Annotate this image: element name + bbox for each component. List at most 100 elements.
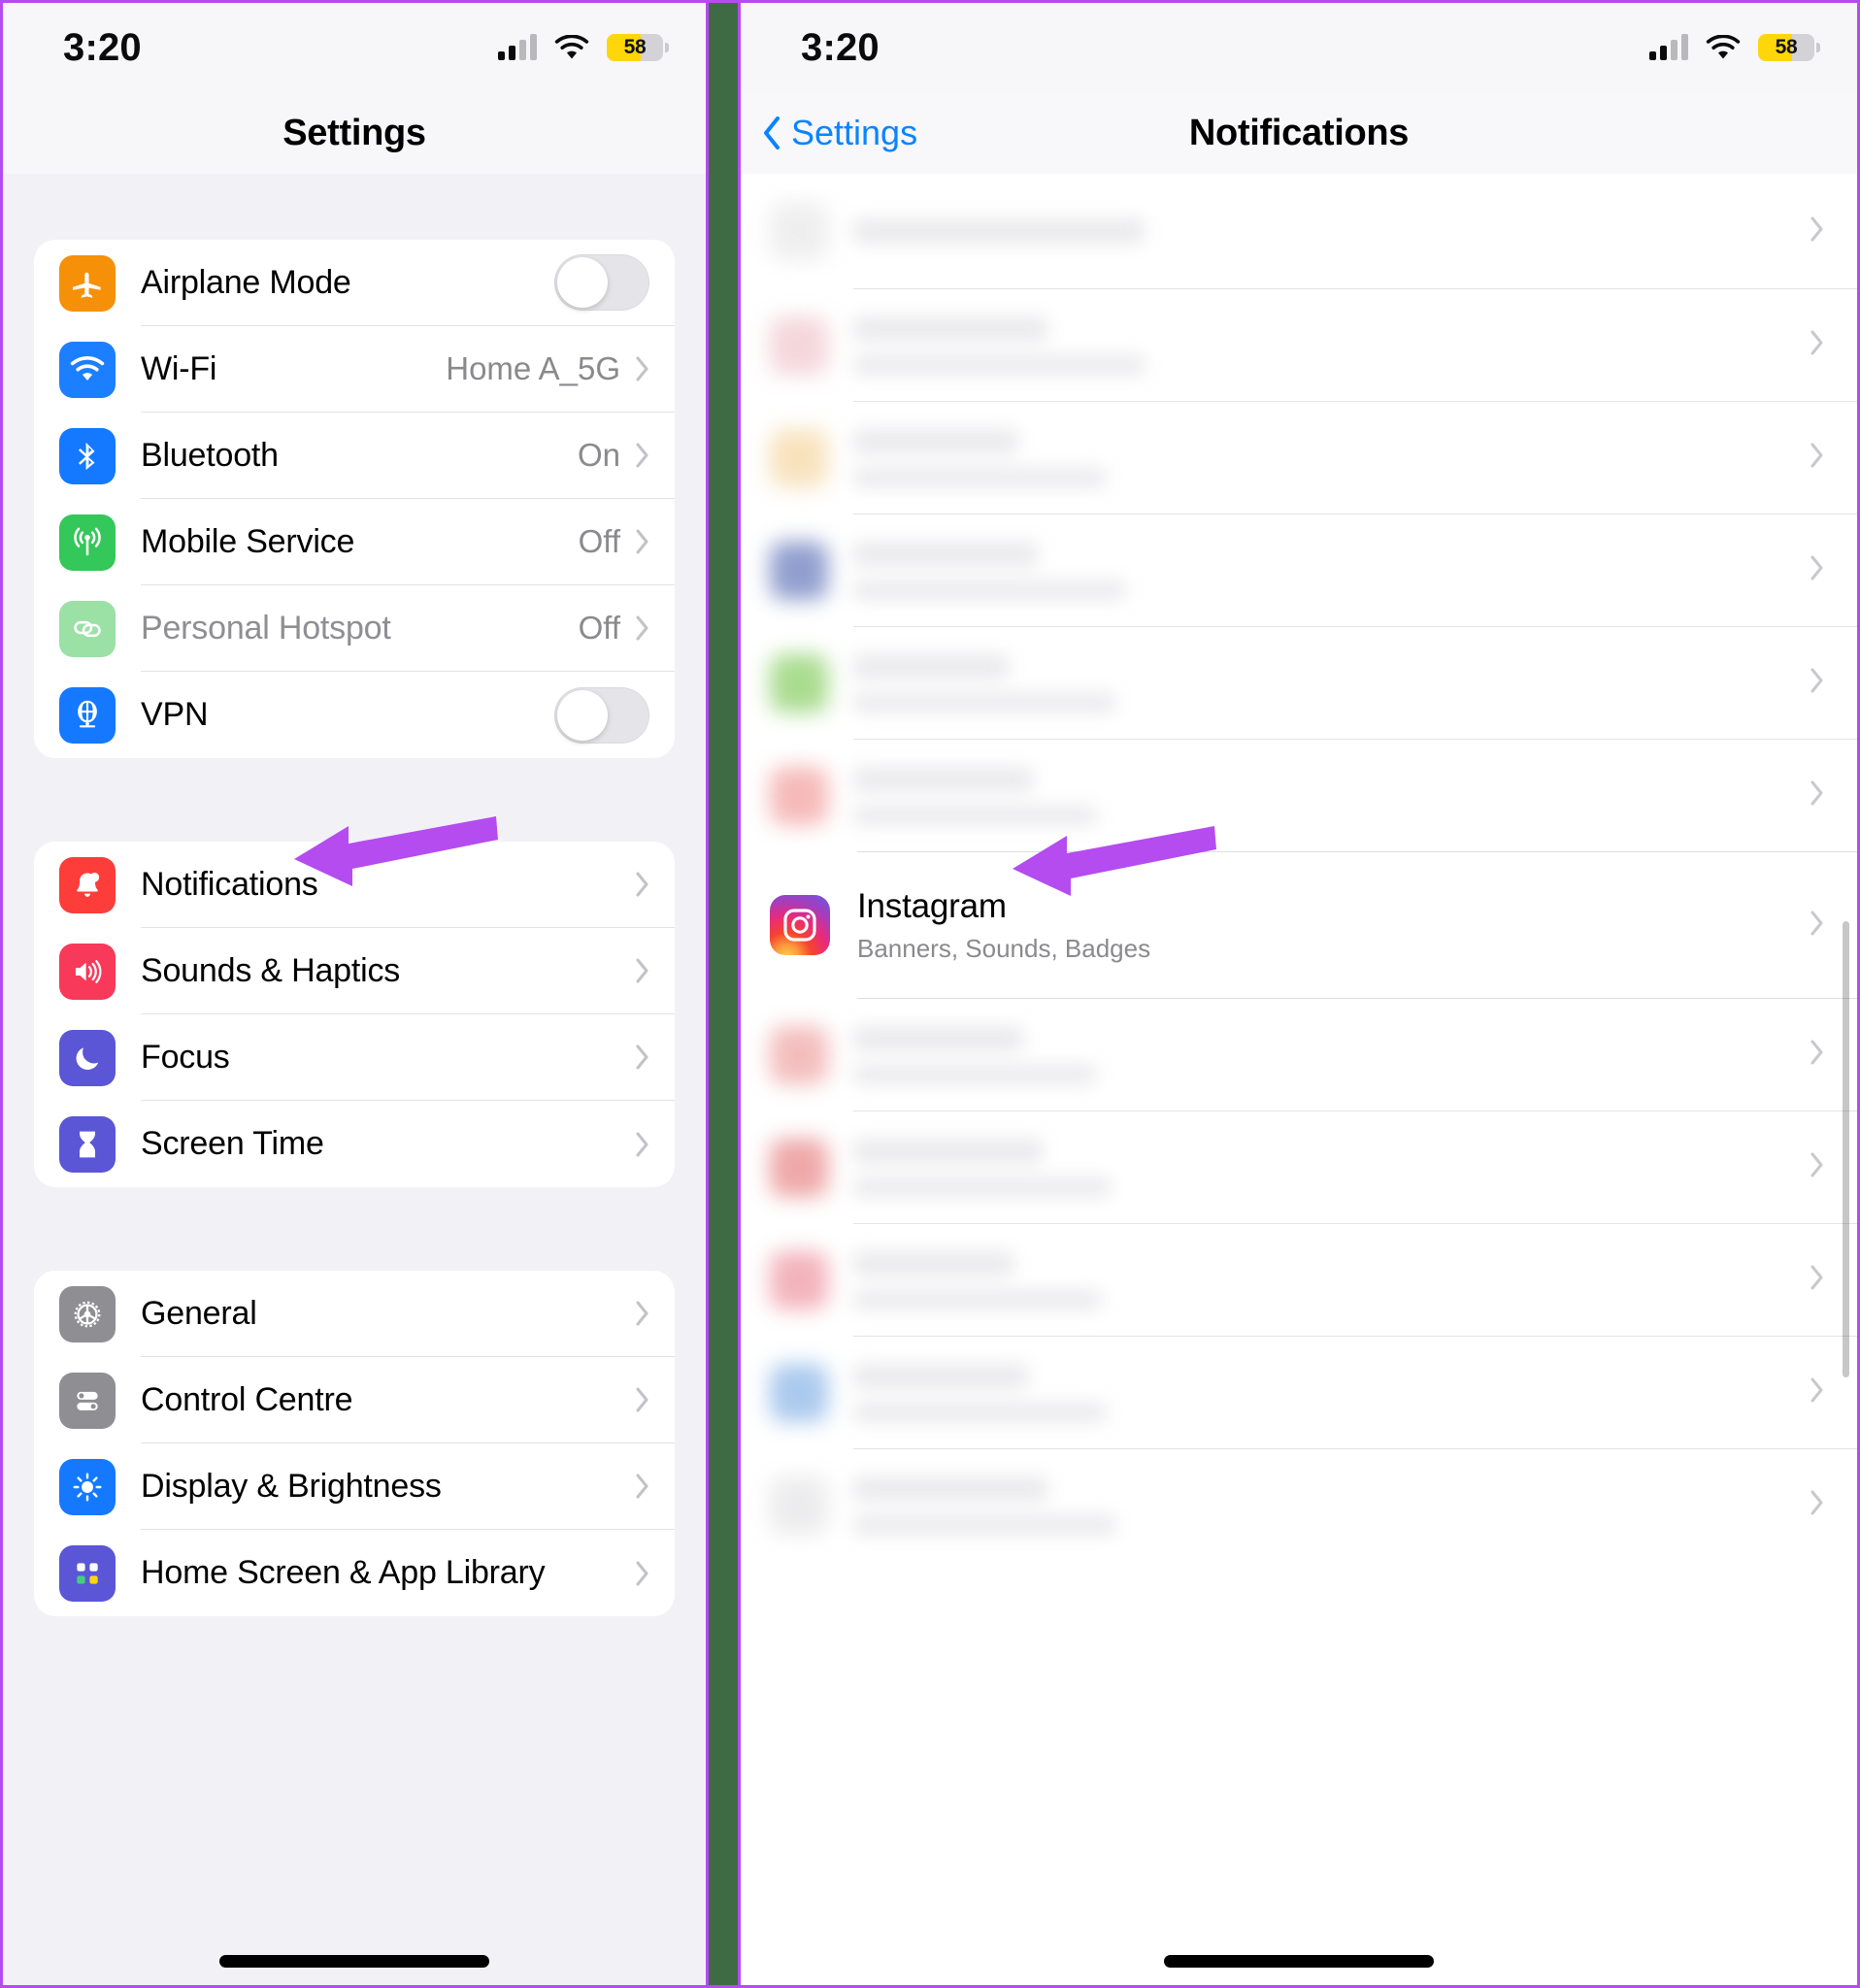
chevron-right-icon [1810, 780, 1857, 811]
settings-group-connectivity: Airplane Mode Wi-Fi Home A_5G Bluetooth … [34, 240, 675, 758]
settings-group-notifications: Notifications Sounds & Haptics Focus Scr… [34, 842, 675, 1187]
row-label: Wi-Fi [141, 349, 217, 387]
chevron-right-icon [636, 443, 649, 468]
list-item[interactable] [741, 1449, 1857, 1561]
blurred-rows-above [741, 174, 1857, 851]
row-value: Home A_5G [446, 350, 620, 386]
list-item[interactable] [741, 1224, 1857, 1336]
chevron-right-icon [636, 958, 649, 983]
row-label: Personal Hotspot [141, 609, 391, 646]
settings-group-system: General Control Centre Display & Brightn… [34, 1271, 675, 1616]
row-label: Airplane Mode [141, 263, 351, 301]
bell-badge-icon [59, 856, 116, 913]
panel-divider [709, 0, 738, 1988]
list-item[interactable] [741, 627, 1857, 739]
settings-row-vpn[interactable]: VPN [34, 672, 675, 758]
moon-icon [59, 1029, 116, 1086]
row-label: Mobile Service [141, 522, 355, 560]
back-button-label: Settings [791, 113, 918, 152]
scroll-indicator[interactable] [1843, 921, 1849, 1377]
left-status-bar: 3:20 58 [3, 3, 706, 92]
settings-row-bluetooth[interactable]: Bluetooth On [34, 413, 675, 499]
right-status-bar: 3:20 58 [741, 3, 1857, 92]
list-item[interactable] [741, 740, 1857, 851]
chevron-left-icon [762, 116, 781, 149]
status-icons: 58 [498, 34, 669, 61]
list-item[interactable] [741, 174, 1857, 288]
settings-row-notifications[interactable]: Notifications [34, 842, 675, 928]
left-phone-screen: 3:20 58 Settings Airplane Mode Wi-Fi Hom… [0, 0, 709, 1988]
chevron-right-icon [636, 872, 649, 897]
status-clock: 3:20 [801, 25, 880, 69]
battery-level: 58 [1775, 36, 1798, 58]
notifications-app-list[interactable]: Instagram Banners, Sounds, Badges [741, 174, 1857, 1985]
wifi-icon [1706, 34, 1741, 61]
status-icons: 58 [1649, 34, 1820, 61]
row-label: Sounds & Haptics [141, 951, 401, 989]
airplane-icon [59, 254, 116, 312]
chevron-right-icon [636, 1387, 649, 1412]
settings-row-mobile-service[interactable]: Mobile Service Off [34, 499, 675, 585]
right-nav-bar: Settings Notifications [741, 92, 1857, 174]
chevron-right-icon [1810, 668, 1857, 698]
chevron-right-icon [1810, 911, 1857, 941]
settings-row-display-brightness[interactable]: Display & Brightness [34, 1443, 675, 1530]
chevron-right-icon [636, 1561, 649, 1586]
list-item[interactable] [741, 514, 1857, 626]
gear-icon [59, 1285, 116, 1342]
cellular-bars-icon [1649, 34, 1688, 60]
airplane-mode-toggle[interactable] [554, 254, 649, 311]
settings-row-airplane-mode[interactable]: Airplane Mode [34, 240, 675, 326]
page-title: Settings [282, 112, 426, 153]
back-button[interactable]: Settings [762, 113, 917, 153]
status-clock: 3:20 [63, 25, 142, 69]
vpn-toggle[interactable] [554, 686, 649, 744]
chevron-right-icon [636, 529, 649, 554]
list-item[interactable] [741, 1111, 1857, 1223]
row-label: Notifications [141, 865, 318, 903]
left-nav-bar: Settings [3, 92, 706, 174]
chevron-right-icon [1810, 555, 1857, 585]
globe-icon [59, 686, 116, 744]
list-item[interactable] [741, 289, 1857, 401]
chevron-right-icon [636, 1044, 649, 1070]
speaker-waves-icon [59, 943, 116, 1000]
settings-row-sounds-haptics[interactable]: Sounds & Haptics [34, 928, 675, 1014]
settings-row-home-screen-app-library[interactable]: Home Screen & App Library [34, 1530, 675, 1616]
app-subtitle: Banners, Sounds, Badges [857, 933, 1151, 963]
sun-icon [59, 1458, 116, 1515]
settings-row-personal-hotspot[interactable]: Personal Hotspot Off [34, 585, 675, 672]
row-value: Off [578, 523, 620, 559]
settings-row-general[interactable]: General [34, 1271, 675, 1357]
chevron-right-icon [636, 615, 649, 641]
row-value: On [577, 437, 620, 473]
list-item[interactable] [741, 402, 1857, 514]
wifi-icon [554, 34, 589, 61]
home-indicator [219, 1955, 489, 1968]
row-label: Display & Brightness [141, 1467, 442, 1505]
battery-icon: 58 [607, 34, 669, 61]
row-value: Off [578, 610, 620, 646]
chevron-right-icon [1810, 1265, 1857, 1295]
antenna-icon [59, 514, 116, 571]
screenshot-stage: 3:20 58 Settings Airplane Mode Wi-Fi Hom… [0, 0, 1860, 1988]
notification-app-row-instagram[interactable]: Instagram Banners, Sounds, Badges [741, 852, 1857, 998]
row-label: Bluetooth [141, 436, 279, 474]
chevron-right-icon [1810, 1040, 1857, 1070]
chevron-right-icon [636, 1132, 649, 1157]
page-title: Notifications [1188, 112, 1410, 153]
link-icon [59, 600, 116, 657]
settings-row-wifi[interactable]: Wi-Fi Home A_5G [34, 326, 675, 413]
chevron-right-icon [1810, 330, 1857, 360]
wifi-icon [59, 341, 116, 398]
list-item[interactable] [741, 999, 1857, 1110]
battery-level: 58 [623, 36, 647, 58]
list-item[interactable] [741, 1337, 1857, 1448]
row-label: Focus [141, 1038, 230, 1076]
left-settings-list[interactable]: Airplane Mode Wi-Fi Home A_5G Bluetooth … [3, 174, 706, 1985]
row-label: VPN [141, 696, 209, 733]
settings-row-focus[interactable]: Focus [34, 1014, 675, 1101]
chevron-right-icon [636, 1474, 649, 1499]
settings-row-control-centre[interactable]: Control Centre [34, 1357, 675, 1443]
settings-row-screen-time[interactable]: Screen Time [34, 1101, 675, 1187]
